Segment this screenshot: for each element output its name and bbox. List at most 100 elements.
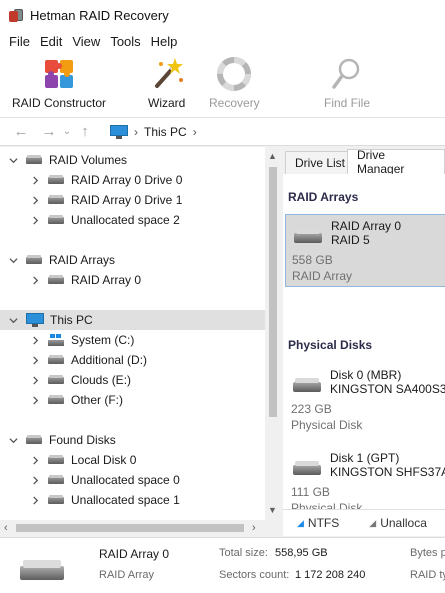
scrollbar-thumb[interactable] bbox=[16, 524, 244, 532]
find-file-button[interactable]: Find File bbox=[324, 56, 370, 114]
title-bar: Hetman RAID Recovery bbox=[0, 0, 445, 31]
chevron-right-icon[interactable] bbox=[28, 353, 42, 367]
chevron-down-icon[interactable] bbox=[6, 313, 20, 327]
triangle-icon: ◢ bbox=[297, 517, 304, 528]
disk-size: 223 GB bbox=[291, 402, 332, 416]
disk-icon bbox=[48, 175, 64, 185]
puzzle-icon bbox=[41, 56, 77, 92]
menu-view[interactable]: View bbox=[67, 34, 105, 49]
tree-item-unallocated-space-1[interactable]: Unallocated space 1 bbox=[28, 490, 180, 510]
window-title: Hetman RAID Recovery bbox=[30, 8, 169, 23]
physical-disk-card[interactable]: Disk 0 (MBR) KINGSTON SA400S3 223 GB Phy… bbox=[285, 364, 445, 437]
chevron-right-icon[interactable] bbox=[28, 273, 42, 287]
physical-disk-card[interactable]: Disk 1 (GPT) KINGSTON SHFS37A 111 GB Phy… bbox=[285, 447, 445, 509]
sectors-count-value: 1 172 208 240 bbox=[295, 569, 366, 581]
tab-drive-list[interactable]: Drive List bbox=[285, 151, 356, 174]
disk-model: KINGSTON SHFS37A bbox=[330, 465, 445, 479]
disk-icon bbox=[26, 255, 42, 265]
breadcrumb-chevron-icon[interactable]: › bbox=[193, 125, 197, 139]
scroll-left-icon[interactable]: ‹ bbox=[4, 522, 8, 534]
tree-group-found-disks[interactable]: Found Disks bbox=[6, 430, 116, 450]
raid-type-label: RAID ty bbox=[410, 569, 445, 581]
triangle-icon: ◢ bbox=[369, 517, 377, 528]
tree-group-raid-arrays[interactable]: RAID Arrays bbox=[6, 250, 115, 270]
back-arrow-icon[interactable]: ← bbox=[10, 121, 32, 143]
chevron-down-icon[interactable] bbox=[6, 153, 20, 167]
up-arrow-icon[interactable]: ↑ bbox=[74, 121, 96, 143]
tree-item-raid-array-0-drive-0[interactable]: RAID Array 0 Drive 0 bbox=[28, 170, 182, 190]
tree-label: Unallocated space 1 bbox=[71, 493, 180, 507]
lifebuoy-icon bbox=[216, 56, 252, 92]
raid-array-card[interactable]: RAID Array 0 RAID 5 558 GB RAID Array bbox=[285, 214, 445, 287]
recovery-label: Recovery bbox=[209, 96, 260, 110]
scroll-right-icon[interactable]: › bbox=[252, 522, 256, 534]
tree-group-this-pc[interactable]: This PC bbox=[0, 310, 265, 330]
raid-constructor-button[interactable]: RAID Constructor bbox=[12, 56, 106, 114]
chevron-right-icon[interactable] bbox=[28, 493, 42, 507]
legend-ntfs: ◢ NTFS bbox=[297, 516, 339, 530]
details-name: RAID Array 0 bbox=[99, 547, 170, 561]
tree-group-raid-volumes[interactable]: RAID Volumes bbox=[6, 150, 127, 170]
disk-icon bbox=[293, 378, 321, 392]
chevron-right-icon[interactable] bbox=[28, 333, 42, 347]
history-dropdown-icon[interactable]: ⌄ bbox=[60, 121, 74, 143]
filesystem-legend: ◢ NTFS ◢ Unalloca bbox=[283, 509, 445, 536]
tree-item-unallocated-space-2[interactable]: Unallocated space 2 bbox=[28, 210, 180, 230]
tree-item-system-c[interactable]: System (C:) bbox=[28, 330, 134, 350]
disk-icon bbox=[48, 395, 64, 405]
tree-horizontal-scrollbar[interactable]: ‹ › bbox=[0, 520, 281, 536]
raid-array-type: RAID Array bbox=[292, 269, 353, 283]
disk-icon bbox=[48, 495, 64, 505]
chevron-down-icon[interactable] bbox=[6, 253, 20, 267]
tree-item-unallocated-space-0[interactable]: Unallocated space 0 bbox=[28, 470, 180, 490]
breadcrumb-separator-icon: › bbox=[134, 125, 138, 139]
computer-icon bbox=[110, 125, 128, 139]
details-panel: RAID Array 0 RAID Array Total size: 558,… bbox=[0, 537, 445, 593]
legend-unallocated: ◢ Unalloca bbox=[369, 516, 427, 530]
tree-label: System (C:) bbox=[71, 333, 135, 347]
drive-tree: RAID Volumes RAID Array 0 Drive 0 RAID A… bbox=[0, 147, 265, 520]
scroll-down-icon[interactable]: ▼ bbox=[268, 505, 277, 515]
wizard-button[interactable]: Wizard bbox=[148, 56, 185, 114]
disk-size: 111 GB bbox=[291, 485, 330, 499]
tree-item-other-f[interactable]: Other (F:) bbox=[28, 390, 123, 410]
recovery-button[interactable]: Recovery bbox=[209, 56, 260, 114]
raid-arrays-heading: RAID Arrays bbox=[288, 190, 359, 204]
tree-item-clouds-e[interactable]: Clouds (E:) bbox=[28, 370, 131, 390]
menu-edit[interactable]: Edit bbox=[35, 34, 67, 49]
chevron-right-icon[interactable] bbox=[28, 453, 42, 467]
chevron-right-icon[interactable] bbox=[28, 173, 42, 187]
tree-label: Additional (D:) bbox=[71, 353, 148, 367]
tree-item-raid-array-0-drive-1[interactable]: RAID Array 0 Drive 1 bbox=[28, 190, 182, 210]
chevron-right-icon[interactable] bbox=[28, 193, 42, 207]
chevron-right-icon[interactable] bbox=[28, 473, 42, 487]
sectors-count-label: Sectors count: bbox=[219, 569, 290, 581]
tree-vertical-scrollbar[interactable]: ▲ ▼ bbox=[265, 147, 281, 520]
tree-item-additional-d[interactable]: Additional (D:) bbox=[28, 350, 147, 370]
chevron-right-icon[interactable] bbox=[28, 213, 42, 227]
scroll-up-icon[interactable]: ▲ bbox=[268, 151, 277, 161]
system-drive-icon bbox=[48, 334, 64, 346]
chevron-right-icon[interactable] bbox=[28, 393, 42, 407]
forward-arrow-icon[interactable]: → bbox=[38, 121, 60, 143]
tree-item-raid-array-0[interactable]: RAID Array 0 bbox=[28, 270, 141, 290]
legend-label: Unalloca bbox=[380, 516, 427, 530]
scrollbar-thumb[interactable] bbox=[269, 167, 277, 417]
raid-array-level: RAID 5 bbox=[331, 233, 370, 247]
disk-icon bbox=[26, 435, 42, 445]
chevron-down-icon[interactable] bbox=[6, 433, 20, 447]
tree-item-local-disk-0[interactable]: Local Disk 0 bbox=[28, 450, 136, 470]
menu-tools[interactable]: Tools bbox=[105, 34, 145, 49]
disk-icon bbox=[48, 355, 64, 365]
drive-manager-pane: RAID Arrays RAID Array 0 RAID 5 558 GB R… bbox=[283, 174, 445, 509]
disk-icon bbox=[48, 215, 64, 225]
menu-help[interactable]: Help bbox=[146, 34, 183, 49]
breadcrumb[interactable]: › This PC › bbox=[110, 121, 203, 143]
raid-constructor-label: RAID Constructor bbox=[12, 96, 107, 110]
chevron-right-icon[interactable] bbox=[28, 373, 42, 387]
breadcrumb-this-pc[interactable]: This PC bbox=[144, 125, 187, 139]
menu-file[interactable]: File bbox=[4, 34, 35, 49]
tab-drive-manager[interactable]: Drive Manager bbox=[347, 148, 445, 176]
details-type: RAID Array bbox=[99, 569, 155, 581]
physical-disks-heading: Physical Disks bbox=[288, 338, 373, 352]
